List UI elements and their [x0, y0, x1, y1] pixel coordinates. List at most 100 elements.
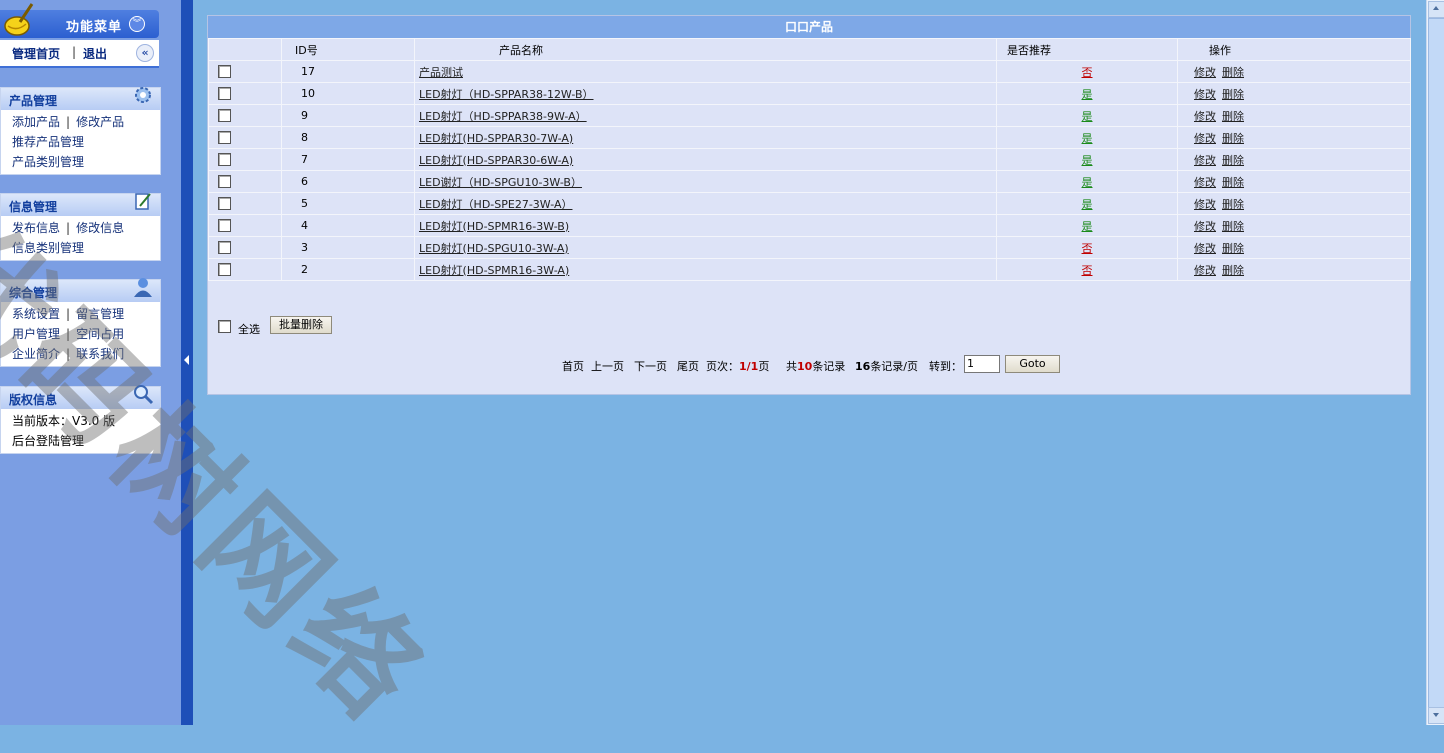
row-checkbox[interactable] [218, 131, 231, 145]
per-page-count: 16条记录/页 [855, 360, 919, 373]
contact-us-link[interactable]: 联系我们 [76, 347, 124, 361]
user-management-link[interactable]: 用户管理 [12, 327, 60, 341]
table-row: 3 LED射灯(HD-SPGU10-3W-A) 否 修改 删除 [208, 236, 1411, 259]
product-table: ID号 产品名称 是否推荐 操作 17 产品测试否修改 删除 10 LED射灯（HD-S… [208, 38, 1411, 281]
row-checkbox[interactable] [218, 65, 231, 79]
delete-link[interactable]: 删除 [1222, 88, 1244, 101]
product-name-link[interactable]: LED射灯（HD-SPPAR38-12W-B） [419, 88, 594, 101]
product-name-link[interactable]: LED射灯（HD-SPPAR38-9W-A） [419, 110, 587, 123]
publish-info-link[interactable]: 发布信息 [12, 221, 60, 235]
recommend-toggle[interactable]: 是 [1082, 154, 1093, 167]
recommend-toggle[interactable]: 否 [1082, 242, 1093, 255]
edit-link[interactable]: 修改 [1194, 198, 1216, 211]
collapse-arrow-icon[interactable] [184, 355, 189, 365]
table-row: 10 LED射灯（HD-SPPAR38-12W-B） 是 修改 删除 [208, 82, 1411, 105]
product-name-link[interactable]: LED射灯(HD-SPGU10-3W-A) [419, 242, 569, 255]
edit-link[interactable]: 修改 [1194, 242, 1216, 255]
product-name-link[interactable]: LED射灯(HD-SPPAR30-7W-A) [419, 132, 573, 145]
delete-link[interactable]: 删除 [1222, 154, 1244, 167]
edit-link[interactable]: 修改 [1194, 132, 1216, 145]
menu-header: 功能菜单 ︾ [0, 3, 159, 38]
edit-product-link[interactable]: 修改产品 [76, 115, 124, 129]
edit-link[interactable]: 修改 [1194, 176, 1216, 189]
first-page-link[interactable]: 首页 [562, 358, 584, 374]
last-page-link[interactable]: 尾页 [677, 358, 699, 374]
delete-link[interactable]: 删除 [1222, 220, 1244, 233]
system-settings-link[interactable]: 系统设置 [12, 307, 60, 321]
recommended-products-link[interactable]: 推荐产品管理 [12, 135, 84, 149]
table-row: 17 产品测试 否 修改 删除 [208, 60, 1411, 83]
edit-info-link[interactable]: 修改信息 [76, 221, 124, 235]
table-row: 8 LED射灯(HD-SPPAR30-7W-A) 是 修改 删除 [208, 126, 1411, 149]
logout-link[interactable]: 退出 [83, 45, 107, 62]
product-name-link[interactable]: LED射灯（HD-SPE27-3W-A） [419, 198, 572, 211]
recommend-toggle[interactable]: 是 [1082, 132, 1093, 145]
edit-link[interactable]: 修改 [1194, 220, 1216, 233]
recommend-toggle[interactable]: 是 [1082, 88, 1093, 101]
goto-button[interactable]: Goto [1005, 355, 1060, 373]
delete-link[interactable]: 删除 [1222, 66, 1244, 79]
delete-link[interactable]: 删除 [1222, 242, 1244, 255]
row-checkbox[interactable] [218, 241, 231, 255]
recommend-toggle[interactable]: 是 [1082, 198, 1093, 211]
row-id: 5 [281, 192, 415, 215]
edit-link[interactable]: 修改 [1194, 264, 1216, 277]
delete-link[interactable]: 删除 [1222, 176, 1244, 189]
home-link[interactable]: 管理首页 [12, 45, 60, 62]
scrollbar-thumb[interactable] [1428, 18, 1444, 708]
row-checkbox[interactable] [218, 153, 231, 167]
product-panel: 口口产品 ID号 产品名称 是否推荐 操作 17 产品测试否修改 删除 10 LED射灯… [207, 15, 1411, 395]
row-checkbox[interactable] [218, 175, 231, 189]
company-profile-link[interactable]: 企业简介 [12, 347, 60, 361]
edit-link[interactable]: 修改 [1194, 88, 1216, 101]
recommend-toggle[interactable]: 是 [1082, 176, 1093, 189]
delete-link[interactable]: 删除 [1222, 264, 1244, 277]
product-name-link[interactable]: LED射灯(HD-SPMR16-3W-B) [419, 220, 569, 233]
recommend-toggle[interactable]: 否 [1082, 264, 1093, 277]
collapse-left-icon[interactable]: « [136, 44, 154, 62]
product-name-link[interactable]: LED谢灯（HD-SPGU10-3W-B） [419, 176, 582, 189]
row-id: 2 [281, 258, 415, 281]
row-checkbox[interactable] [218, 197, 231, 211]
info-category-link[interactable]: 信息类别管理 [12, 241, 84, 255]
column-operations: 操作 [1177, 38, 1411, 61]
row-id: 4 [281, 214, 415, 237]
scroll-up-icon[interactable] [1428, 1, 1444, 18]
panel-product-management: 产品管理 添加产品 | 修改产品 推荐产品管理 产品类别管理 [0, 87, 161, 175]
product-name-link[interactable]: LED射灯(HD-SPMR16-3W-A) [419, 264, 569, 277]
delete-link[interactable]: 删除 [1222, 198, 1244, 211]
vertical-scrollbar[interactable] [1426, 0, 1444, 725]
edit-link[interactable]: 修改 [1194, 110, 1216, 123]
scroll-down-icon[interactable] [1428, 707, 1444, 724]
product-category-link[interactable]: 产品类别管理 [12, 155, 84, 169]
product-name-link[interactable]: LED射灯(HD-SPPAR30-6W-A) [419, 154, 573, 167]
prev-page-link[interactable]: 上一页 [591, 358, 624, 374]
add-product-link[interactable]: 添加产品 [12, 115, 60, 129]
row-checkbox[interactable] [218, 87, 231, 101]
batch-delete-button[interactable]: 批量删除 [270, 316, 332, 334]
row-checkbox[interactable] [218, 219, 231, 233]
chevron-down-icon[interactable]: ︾ [129, 16, 145, 32]
admin-login-link[interactable]: 后台登陆管理 [12, 434, 84, 448]
row-checkbox[interactable] [218, 263, 231, 277]
recommend-toggle[interactable]: 是 [1082, 110, 1093, 123]
next-page-link[interactable]: 下一页 [634, 358, 667, 374]
row-id: 9 [281, 104, 415, 127]
goto-page-input[interactable]: 1 [964, 355, 1000, 373]
edit-document-icon [135, 193, 151, 210]
recommend-toggle[interactable]: 是 [1082, 220, 1093, 233]
panel-title: 综合管理 [9, 286, 58, 300]
space-usage-link[interactable]: 空间占用 [76, 327, 124, 341]
table-row: 5 LED射灯（HD-SPE27-3W-A） 是 修改 删除 [208, 192, 1411, 215]
delete-link[interactable]: 删除 [1222, 132, 1244, 145]
delete-link[interactable]: 删除 [1222, 110, 1244, 123]
column-id: ID号 [281, 38, 415, 61]
goto-label: 转到： [929, 360, 962, 373]
recommend-toggle[interactable]: 否 [1082, 66, 1093, 79]
edit-link[interactable]: 修改 [1194, 66, 1216, 79]
edit-link[interactable]: 修改 [1194, 154, 1216, 167]
select-all-checkbox[interactable] [218, 320, 231, 333]
message-management-link[interactable]: 留言管理 [76, 307, 124, 321]
row-checkbox[interactable] [218, 109, 231, 123]
product-name-link[interactable]: 产品测试 [419, 66, 463, 79]
